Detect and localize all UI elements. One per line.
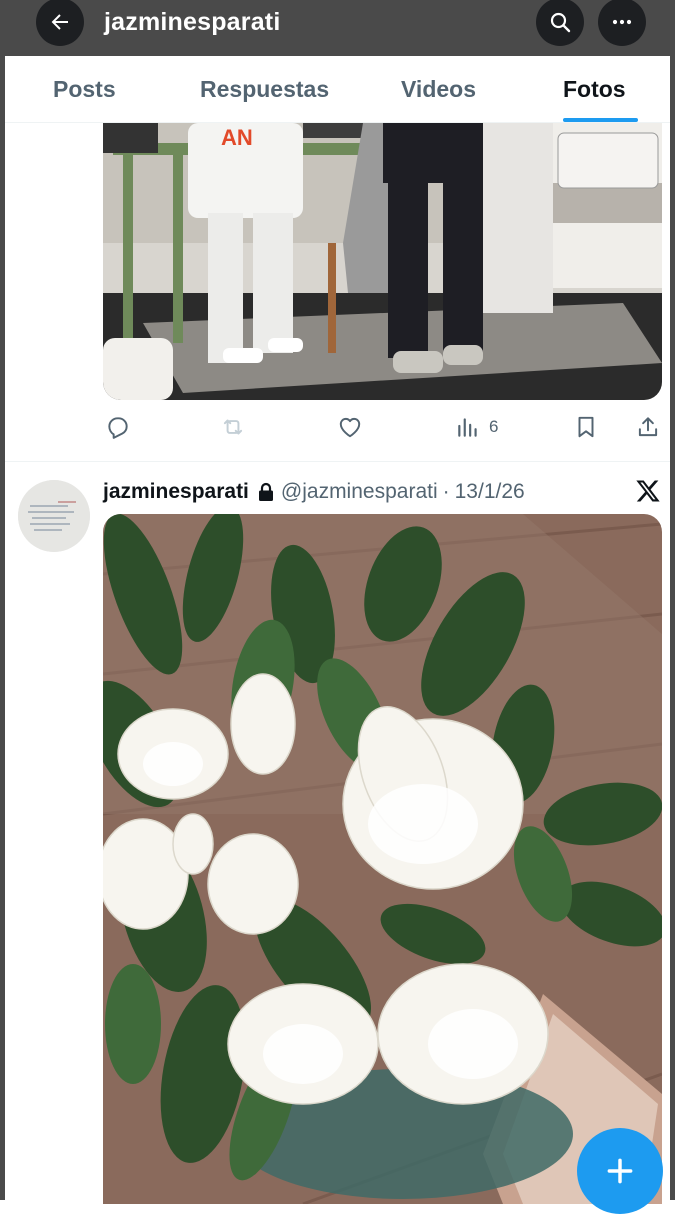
post-photo-studio[interactable]: AN (103, 123, 662, 400)
tab-respuestas[interactable]: Respuestas (200, 76, 329, 103)
top-bar: jazminesparati (0, 0, 675, 56)
post-action-bar: 6 (5, 406, 670, 450)
active-tab-indicator (563, 118, 638, 122)
views-button[interactable]: 6 (455, 414, 498, 440)
repost-icon (223, 419, 243, 435)
more-button[interactable] (598, 0, 646, 46)
separator-dot: · (442, 480, 450, 503)
search-button[interactable] (536, 0, 584, 46)
post-photo-flowers[interactable] (103, 514, 662, 1204)
plus-icon (607, 1158, 633, 1184)
avatar[interactable] (18, 480, 90, 552)
lock-icon (257, 482, 275, 502)
like-button[interactable] (337, 414, 363, 440)
x-logo-icon (634, 477, 662, 510)
profile-tabs: Posts Respuestas Videos Fotos (5, 56, 670, 123)
more-horizontal-icon (612, 19, 632, 25)
display-name[interactable]: jazminesparati (103, 480, 249, 504)
reply-icon (108, 417, 128, 439)
tab-posts[interactable]: Posts (53, 76, 116, 103)
heart-icon (339, 417, 361, 438)
share-icon (638, 417, 658, 437)
search-icon (550, 12, 571, 33)
repost-button[interactable] (220, 414, 246, 440)
views-icon (458, 418, 477, 437)
post-date[interactable]: 13/1/26 (455, 480, 525, 504)
frame-edge-left (0, 56, 5, 1200)
share-button[interactable] (635, 414, 661, 440)
views-count: 6 (489, 417, 499, 436)
profile-title: jazminesparati (104, 8, 281, 36)
handle[interactable]: @jazminesparati (281, 480, 438, 504)
post-divider (5, 461, 670, 462)
frame-edge-right (670, 56, 675, 1200)
svg-text:AN: AN (221, 125, 253, 150)
bookmark-button[interactable] (573, 414, 599, 440)
reply-button[interactable] (105, 414, 131, 440)
bookmark-icon (578, 416, 594, 438)
back-button[interactable] (36, 0, 84, 46)
tweet-header: jazminesparati @jazminesparati · 13/1/26 (103, 478, 525, 506)
arrow-left-icon (51, 14, 68, 30)
tab-videos[interactable]: Videos (401, 76, 476, 103)
compose-button[interactable] (577, 1128, 663, 1214)
tab-fotos[interactable]: Fotos (563, 76, 626, 103)
